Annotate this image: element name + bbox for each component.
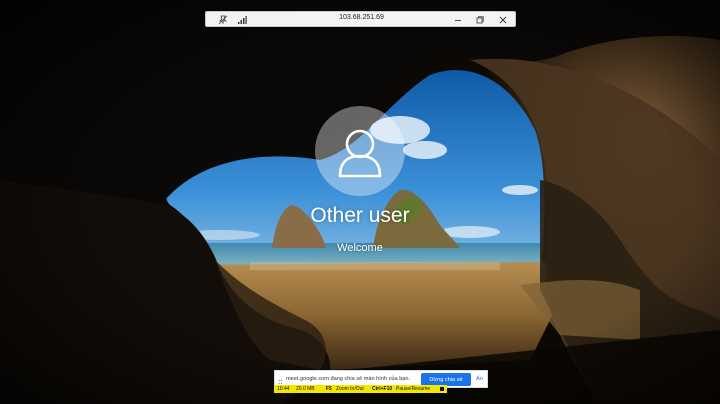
user-icon	[338, 129, 382, 178]
stop-recording-icon[interactable]	[440, 387, 444, 391]
lockscreen-background	[0, 0, 720, 404]
restore-icon[interactable]	[473, 13, 487, 27]
zoom-shortcut-label: Zoom In/Out	[336, 386, 364, 392]
remote-desktop-connection-bar: 103.68.251.69	[205, 11, 516, 27]
recording-size: 20.0 MB	[296, 386, 315, 392]
zoom-shortcut-key: F5	[326, 386, 332, 392]
minimize-icon[interactable]	[451, 13, 465, 27]
user-avatar[interactable]	[315, 106, 405, 196]
user-name-label: Other user	[310, 204, 410, 227]
welcome-message: Welcome	[337, 242, 383, 254]
close-icon[interactable]	[496, 13, 510, 27]
sharing-message: meet.google.com đang chia sẻ màn hình củ…	[286, 376, 411, 382]
drag-handle-icon[interactable]	[278, 375, 283, 388]
remote-host-address: 103.68.251.69	[339, 14, 384, 21]
screen-recorder-strip: 10:44 20.0 MB F5 Zoom In/Out Ctrl+F10 Pa…	[274, 385, 447, 393]
hide-notice-link[interactable]: Ẩn	[476, 376, 483, 382]
recording-time: 10:44	[277, 386, 290, 392]
pause-shortcut-key: Ctrl+F10	[372, 386, 393, 392]
pause-shortcut-label: Pause/Resume	[396, 386, 431, 392]
